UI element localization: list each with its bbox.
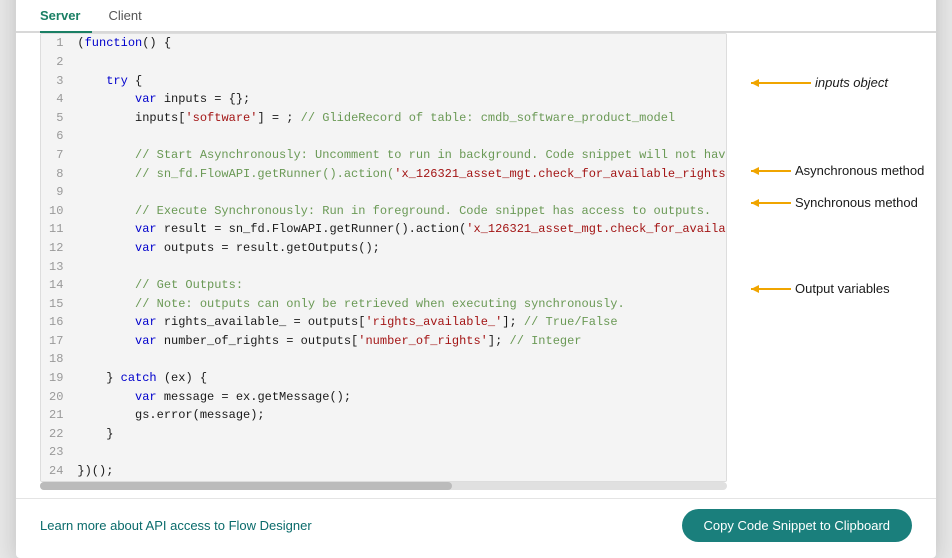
scrollbar[interactable]	[40, 482, 727, 490]
tab-bar: Server Client	[16, 0, 936, 33]
code-editor[interactable]: 1(function() {23 try {4 var inputs = {};…	[40, 33, 727, 481]
modal: Code snippet to execute this Action × Se…	[16, 0, 936, 558]
annotation-async: Asynchronous method	[751, 163, 924, 178]
code-table: 1(function() {23 try {4 var inputs = {};…	[41, 34, 726, 480]
annotation-output-label: Output variables	[795, 281, 890, 296]
annotation-sync-label: Synchronous method	[795, 195, 918, 210]
code-section: 1(function() {23 try {4 var inputs = {};…	[16, 33, 751, 489]
annotations-panel: inputs object Asynchronous method Synchr…	[751, 33, 936, 353]
annotation-output: Output variables	[751, 281, 890, 296]
tab-server[interactable]: Server	[40, 2, 92, 31]
learn-more-link[interactable]: Learn more about API access to Flow Desi…	[40, 518, 312, 533]
annotation-inputs: inputs object	[751, 75, 888, 90]
annotation-async-label: Asynchronous method	[795, 163, 924, 178]
modal-layout: 1(function() {23 try {4 var inputs = {};…	[16, 33, 936, 489]
scrollbar-thumb	[40, 482, 452, 490]
tab-client[interactable]: Client	[108, 2, 153, 31]
annotation-sync: Synchronous method	[751, 195, 918, 210]
modal-footer: Learn more about API access to Flow Desi…	[16, 498, 936, 558]
annotation-inputs-label: inputs object	[815, 75, 888, 90]
copy-button[interactable]: Copy Code Snippet to Clipboard	[682, 509, 912, 542]
